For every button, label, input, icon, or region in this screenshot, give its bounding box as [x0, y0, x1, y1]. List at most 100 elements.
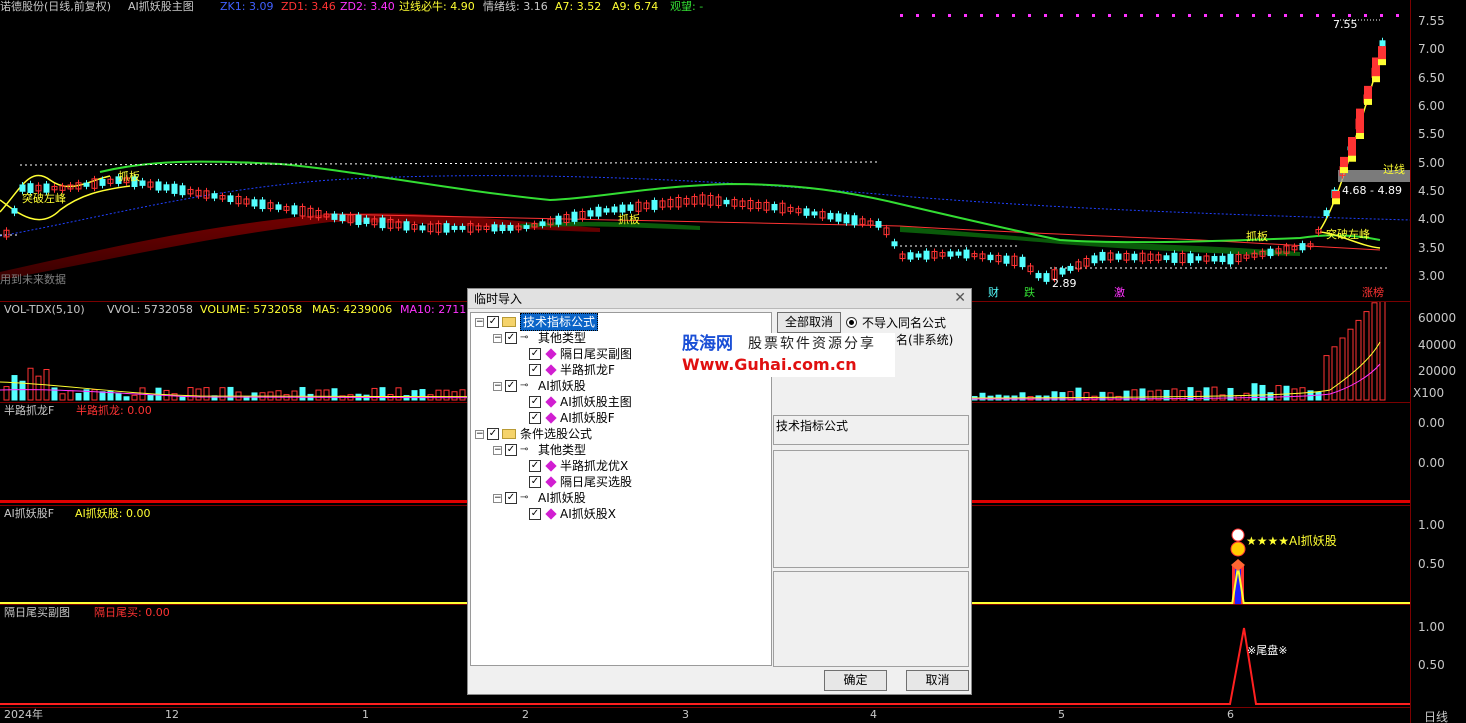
candle-body: [835, 213, 842, 222]
panel4-signal-text: ★★★★AI抓妖股: [1246, 534, 1337, 548]
formula-icon: [545, 460, 557, 472]
future-data-warning: 用到未来数据: [0, 273, 66, 286]
indicator-name[interactable]: AI抓妖股主图: [128, 0, 194, 14]
tree-item[interactable]: ✓ 半路抓龙F: [529, 362, 615, 378]
candle-body: [539, 221, 546, 226]
folder-icon: [502, 429, 516, 439]
tree-node-ai2[interactable]: − ✓ ⊸ AI抓妖股: [493, 490, 586, 506]
candle-body: [1035, 272, 1042, 279]
signal-dot: [964, 14, 967, 17]
close-icon[interactable]: ✕: [954, 290, 966, 306]
panel4-name[interactable]: AI抓妖股F: [4, 507, 54, 521]
signal-dot: [1156, 14, 1159, 17]
tree-node-ai1[interactable]: − ✓ ⊸ AI抓妖股: [493, 378, 586, 394]
signal-dot: [1332, 14, 1335, 17]
candle-body: [1171, 252, 1178, 263]
cai-marker: 财: [988, 286, 999, 299]
limit-up-marker: [1356, 133, 1364, 139]
tree-item[interactable]: ✓ 半路抓龙优X: [529, 458, 628, 474]
formula-icon: [545, 348, 557, 360]
panel4-value: AI抓妖股: 0.00: [75, 507, 151, 520]
candle-body: [1227, 253, 1234, 265]
signal-dot: [916, 14, 919, 17]
tree-node-root1[interactable]: − ✓ 技术指标公式: [475, 313, 599, 331]
signal-dot: [948, 14, 951, 17]
candle-body: [19, 184, 26, 192]
candle-body: [227, 195, 234, 203]
signal-dot: [1188, 14, 1191, 17]
tree-item[interactable]: ✓ 隔日尾买副图: [529, 346, 632, 362]
candle-body: [627, 204, 634, 211]
cancel-button[interactable]: 取消: [906, 670, 969, 691]
volume-bar: [291, 390, 298, 401]
candle-body: [1195, 256, 1202, 261]
cancel-all-button[interactable]: 全部取消: [777, 312, 841, 333]
tree-item[interactable]: ✓ AI抓妖股X: [529, 506, 616, 522]
volume-value: VOLUME: 5732058: [200, 303, 303, 316]
watermark-brand: 股海网: [682, 334, 733, 354]
candle-body: [1299, 243, 1306, 251]
signal-dot: [1028, 14, 1031, 17]
candle-body: [379, 217, 386, 229]
zhuaban-label: 抓板: [118, 170, 140, 183]
vvol-value: VVOL: 5732058: [107, 303, 193, 316]
panel3-name[interactable]: 半路抓龙F: [4, 404, 54, 418]
a9-value: A9: 6.74: [612, 0, 659, 13]
signal-dot: [1076, 14, 1079, 17]
time-axis: [0, 707, 1466, 723]
radio-rename-label[interactable]: 名(非系统): [896, 333, 953, 347]
candle-body: [507, 224, 514, 231]
zhuaban-label: 抓板: [618, 213, 640, 226]
candle-body: [163, 184, 170, 191]
candle-body: [179, 185, 186, 196]
volume-bar: [1379, 302, 1386, 401]
candle-body: [963, 249, 970, 259]
volume-bar: [451, 391, 458, 401]
ok-button[interactable]: 确定: [824, 670, 887, 691]
candle-body: [915, 253, 922, 258]
zk1-value: ZK1: 3.09: [220, 0, 274, 13]
zd1-value: ZD1: 3.46: [281, 0, 336, 13]
period-label[interactable]: 日线: [1424, 708, 1448, 723]
tree-item[interactable]: ✓ AI抓妖股主图: [529, 394, 632, 410]
signal-dot: [1172, 14, 1175, 17]
axis-label: 0.50: [1418, 658, 1445, 672]
limit-up-candle: [1356, 108, 1364, 137]
volume-bar: [67, 390, 74, 401]
candle-body: [211, 193, 218, 199]
panel5-signal-text: ※尾盘※: [1247, 644, 1288, 657]
time-tick: 5: [1058, 708, 1065, 721]
axis-label: 40000: [1418, 338, 1457, 352]
signal-dot: [1012, 14, 1015, 17]
axis-label: X100: [1413, 386, 1445, 400]
ma5-value: MA5: 4239006: [312, 303, 393, 316]
tree-node-other1[interactable]: − ✓ ⊸ 其他类型: [493, 330, 586, 346]
axis-label: 6.50: [1418, 71, 1445, 85]
axis-label: 3.50: [1418, 241, 1445, 255]
axis-label: 5.00: [1418, 156, 1445, 170]
key-icon: ⊸: [520, 492, 529, 503]
vol-indicator-name[interactable]: VOL-TDX(5,10): [4, 303, 85, 317]
high-price-tag: 7.55: [1333, 18, 1358, 31]
tree-item[interactable]: ✓ 隔日尾买选股: [529, 474, 632, 490]
formula-type-pane: 技术指标公式: [773, 415, 969, 445]
formula-icon: [545, 508, 557, 520]
signal-dot: [1060, 14, 1063, 17]
volume-bar: [371, 387, 378, 401]
candle-body: [1379, 40, 1386, 47]
candle-body: [1067, 265, 1074, 271]
volume-bar: [1267, 392, 1274, 401]
time-tick: 4: [870, 708, 877, 721]
tree-item[interactable]: ✓ AI抓妖股F: [529, 410, 615, 426]
tree-node-other2[interactable]: − ✓ ⊸ 其他类型: [493, 442, 586, 458]
tree-node-root2[interactable]: − ✓ 条件选股公式: [475, 426, 592, 442]
signal-dot: [1348, 14, 1351, 17]
limit-up-marker: [1372, 76, 1380, 83]
key-icon: ⊸: [520, 444, 529, 455]
main-price-chart[interactable]: [0, 0, 1410, 300]
limit-up-marker: [1340, 167, 1348, 174]
candle-body: [875, 221, 882, 228]
candle-body: [555, 215, 562, 225]
radio-skip-same-name[interactable]: 不导入同名公式: [846, 314, 946, 331]
volume-bar: [459, 389, 466, 401]
